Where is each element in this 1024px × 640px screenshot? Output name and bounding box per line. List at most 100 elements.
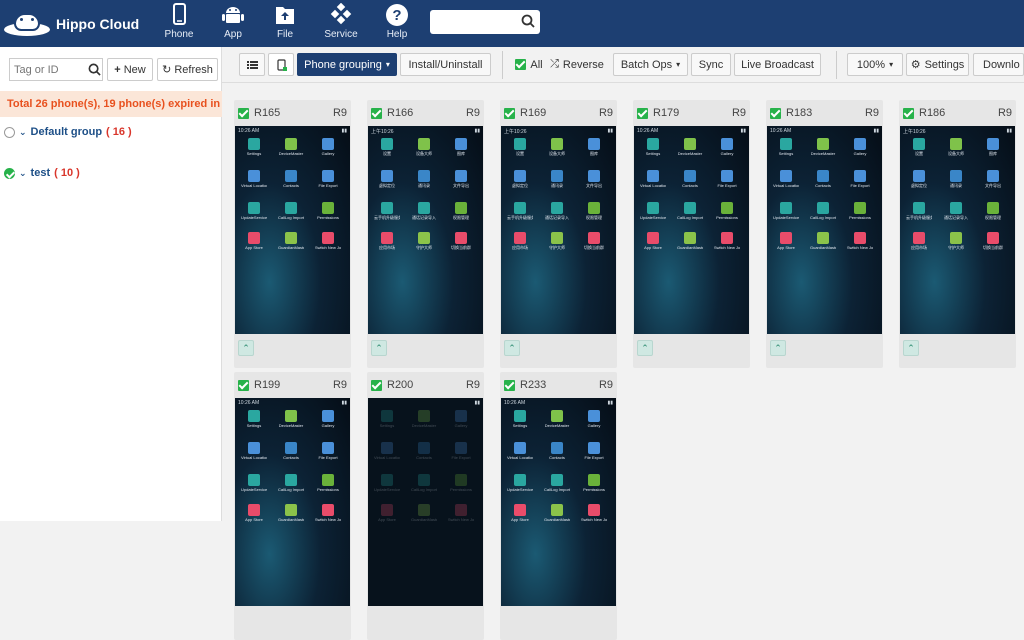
phone-screen[interactable]: ▮▮ Settings DeviceMaster Gallery Virtual Loc… xyxy=(368,398,483,606)
app-icon[interactable]: 图库 xyxy=(980,138,1006,157)
app-icon[interactable]: GuardianMaster xyxy=(544,504,570,522)
app-icon[interactable]: 守护大师 xyxy=(943,232,969,251)
app-icon[interactable]: Switch New Jobs xyxy=(581,504,607,522)
phone-checkbox[interactable] xyxy=(637,107,648,119)
app-icon[interactable]: DeviceMaster xyxy=(278,138,304,156)
app-icon[interactable]: 文件导出 xyxy=(581,170,607,189)
group-radio-selected[interactable] xyxy=(4,167,15,179)
download-button[interactable]: Downlo xyxy=(973,53,1024,76)
group-radio[interactable] xyxy=(4,126,15,138)
search-icon[interactable] xyxy=(88,63,101,76)
app-icon[interactable]: App Store xyxy=(773,232,799,250)
app-icon[interactable]: Gallery xyxy=(581,410,607,428)
phone-screen[interactable]: 上午10:26 ▮▮ 设置 设备大师 图库 虚拟定位 通讯录 文件导出 云手机升级服务 通话记录导… xyxy=(368,126,483,334)
app-icon[interactable]: 图库 xyxy=(581,138,607,157)
refresh-button[interactable]: ↻ Refresh xyxy=(157,58,218,81)
app-icon[interactable]: App Store xyxy=(241,232,267,250)
chevron-up-icon[interactable]: ⌃ xyxy=(371,340,387,356)
select-all-checkbox[interactable]: All xyxy=(513,53,545,76)
app-icon[interactable]: GuardianMaster xyxy=(677,232,703,250)
app-icon[interactable]: 权限管理 xyxy=(581,202,607,221)
app-icon[interactable]: GuardianMaster xyxy=(278,504,304,522)
app-icon[interactable]: File Export xyxy=(847,170,873,188)
app-icon[interactable]: Contacts xyxy=(411,442,437,460)
phone-checkbox[interactable] xyxy=(903,107,914,119)
chevron-up-icon[interactable]: ⌃ xyxy=(770,340,786,356)
phone-card[interactable]: R165 R9 10:26 AM ▮▮ Settings DeviceMaster Gall… xyxy=(234,100,351,368)
app-icon[interactable]: 通讯录 xyxy=(544,170,570,189)
app-icon[interactable]: DeviceMaster xyxy=(278,410,304,428)
app-icon[interactable]: 设置 xyxy=(906,138,932,157)
phone-screen[interactable]: 10:26 AM ▮▮ Settings DeviceMaster Gallery Vir… xyxy=(634,126,749,334)
app-icon[interactable]: 设置 xyxy=(507,138,533,157)
app-icon[interactable]: 通话记录导入 xyxy=(943,202,969,221)
app-icon[interactable]: Switch New Jobs xyxy=(847,232,873,250)
app-icon[interactable]: 应用市场 xyxy=(507,232,533,251)
phone-screen[interactable]: 10:26 AM ▮▮ Settings DeviceMaster Gallery Vir… xyxy=(235,126,350,334)
phone-checkbox[interactable] xyxy=(504,379,515,391)
app-icon[interactable]: 文件导出 xyxy=(980,170,1006,189)
app-icon[interactable]: 虚拟定位 xyxy=(906,170,932,189)
app-icon[interactable]: 应用市场 xyxy=(374,232,400,251)
app-icon[interactable]: Virtual Location xyxy=(241,442,267,460)
app-icon[interactable]: 通话记录导入 xyxy=(411,202,437,221)
phone-card[interactable]: R166 R9 上午10:26 ▮▮ 设置 设备大师 图库 虚拟定位 通讯录 文件导出 云手机升级服… xyxy=(367,100,484,368)
app-icon[interactable]: Settings xyxy=(241,138,267,156)
app-icon[interactable]: Permissions xyxy=(448,474,474,492)
app-icon[interactable]: Virtual Location xyxy=(374,442,400,460)
phone-card[interactable]: R169 R9 上午10:26 ▮▮ 设置 设备大师 图库 虚拟定位 通讯录 文件导出 云手机升级服… xyxy=(500,100,617,368)
app-icon[interactable]: CallLog Import xyxy=(810,202,836,220)
app-icon[interactable]: CallLog Import xyxy=(544,474,570,492)
phone-card[interactable]: R200 R9 ▮▮ Settings DeviceMaster Gallery Virtu… xyxy=(367,372,484,640)
app-icon[interactable]: Virtual Location xyxy=(241,170,267,188)
phone-screen[interactable]: 上午10:26 ▮▮ 设置 设备大师 图库 虚拟定位 通讯录 文件导出 云手机升级服务 通话记录导… xyxy=(900,126,1015,334)
app-icon[interactable]: CallLog Import xyxy=(278,202,304,220)
app-icon[interactable]: Permissions xyxy=(847,202,873,220)
app-icon[interactable]: Settings xyxy=(640,138,666,156)
list-view-button[interactable] xyxy=(239,53,265,76)
chevron-up-icon[interactable]: ⌃ xyxy=(903,340,919,356)
install-uninstall-button[interactable]: Install/Uninstall xyxy=(400,53,491,76)
app-icon[interactable]: 云手机升级服务 xyxy=(906,202,932,221)
phone-screen[interactable]: 10:26 AM ▮▮ Settings DeviceMaster Gallery Vir… xyxy=(501,398,616,606)
reverse-button[interactable]: ⤮ Reverse xyxy=(548,53,606,76)
app-icon[interactable]: 通话记录导入 xyxy=(544,202,570,221)
app-icon[interactable]: Settings xyxy=(374,410,400,428)
nav-phone[interactable]: Phone xyxy=(154,0,204,47)
settings-button[interactable]: ⚙ Settings xyxy=(906,53,969,76)
nav-app[interactable]: App xyxy=(208,0,258,47)
app-icon[interactable]: UpdateService xyxy=(773,202,799,220)
chevron-down-icon[interactable]: ⌄ xyxy=(19,168,27,179)
nav-file[interactable]: File xyxy=(260,0,310,47)
app-icon[interactable]: 虚拟定位 xyxy=(507,170,533,189)
app-icon[interactable]: 设置 xyxy=(374,138,400,157)
app-icon[interactable]: 切换当前群 xyxy=(980,232,1006,251)
app-icon[interactable]: Contacts xyxy=(810,170,836,188)
app-icon[interactable]: App Store xyxy=(507,504,533,522)
app-icon[interactable]: UpdateService xyxy=(241,202,267,220)
app-icon[interactable]: 守护大师 xyxy=(411,232,437,251)
app-icon[interactable]: 设备大师 xyxy=(544,138,570,157)
chevron-down-icon[interactable]: ⌄ xyxy=(19,127,27,138)
app-icon[interactable]: Permissions xyxy=(315,202,341,220)
app-icon[interactable]: UpdateService xyxy=(507,474,533,492)
logo[interactable]: Hippo Cloud xyxy=(4,9,139,39)
search-icon[interactable] xyxy=(521,14,535,28)
app-icon[interactable]: App Store xyxy=(374,504,400,522)
nav-help[interactable]: ? Help xyxy=(372,0,422,47)
app-icon[interactable]: UpdateService xyxy=(640,202,666,220)
app-icon[interactable]: Switch New Jobs xyxy=(714,232,740,250)
app-icon[interactable]: Virtual Location xyxy=(507,442,533,460)
app-icon[interactable]: DeviceMaster xyxy=(544,410,570,428)
app-icon[interactable]: 切换当前群 xyxy=(581,232,607,251)
live-broadcast-button[interactable]: Live Broadcast xyxy=(734,53,821,76)
phone-screen[interactable]: 10:26 AM ▮▮ Settings DeviceMaster Gallery Vir… xyxy=(235,398,350,606)
app-icon[interactable]: Switch New Jobs xyxy=(448,504,474,522)
app-icon[interactable]: 通讯录 xyxy=(411,170,437,189)
group-default[interactable]: ⌄ Default group ( 16 ) xyxy=(4,126,132,138)
app-icon[interactable]: Contacts xyxy=(278,442,304,460)
app-icon[interactable]: App Store xyxy=(640,232,666,250)
phone-screen[interactable]: 上午10:26 ▮▮ 设置 设备大师 图库 虚拟定位 通讯录 文件导出 云手机升级服务 通话记录导… xyxy=(501,126,616,334)
app-icon[interactable]: 设备大师 xyxy=(943,138,969,157)
app-icon[interactable]: Gallery xyxy=(847,138,873,156)
